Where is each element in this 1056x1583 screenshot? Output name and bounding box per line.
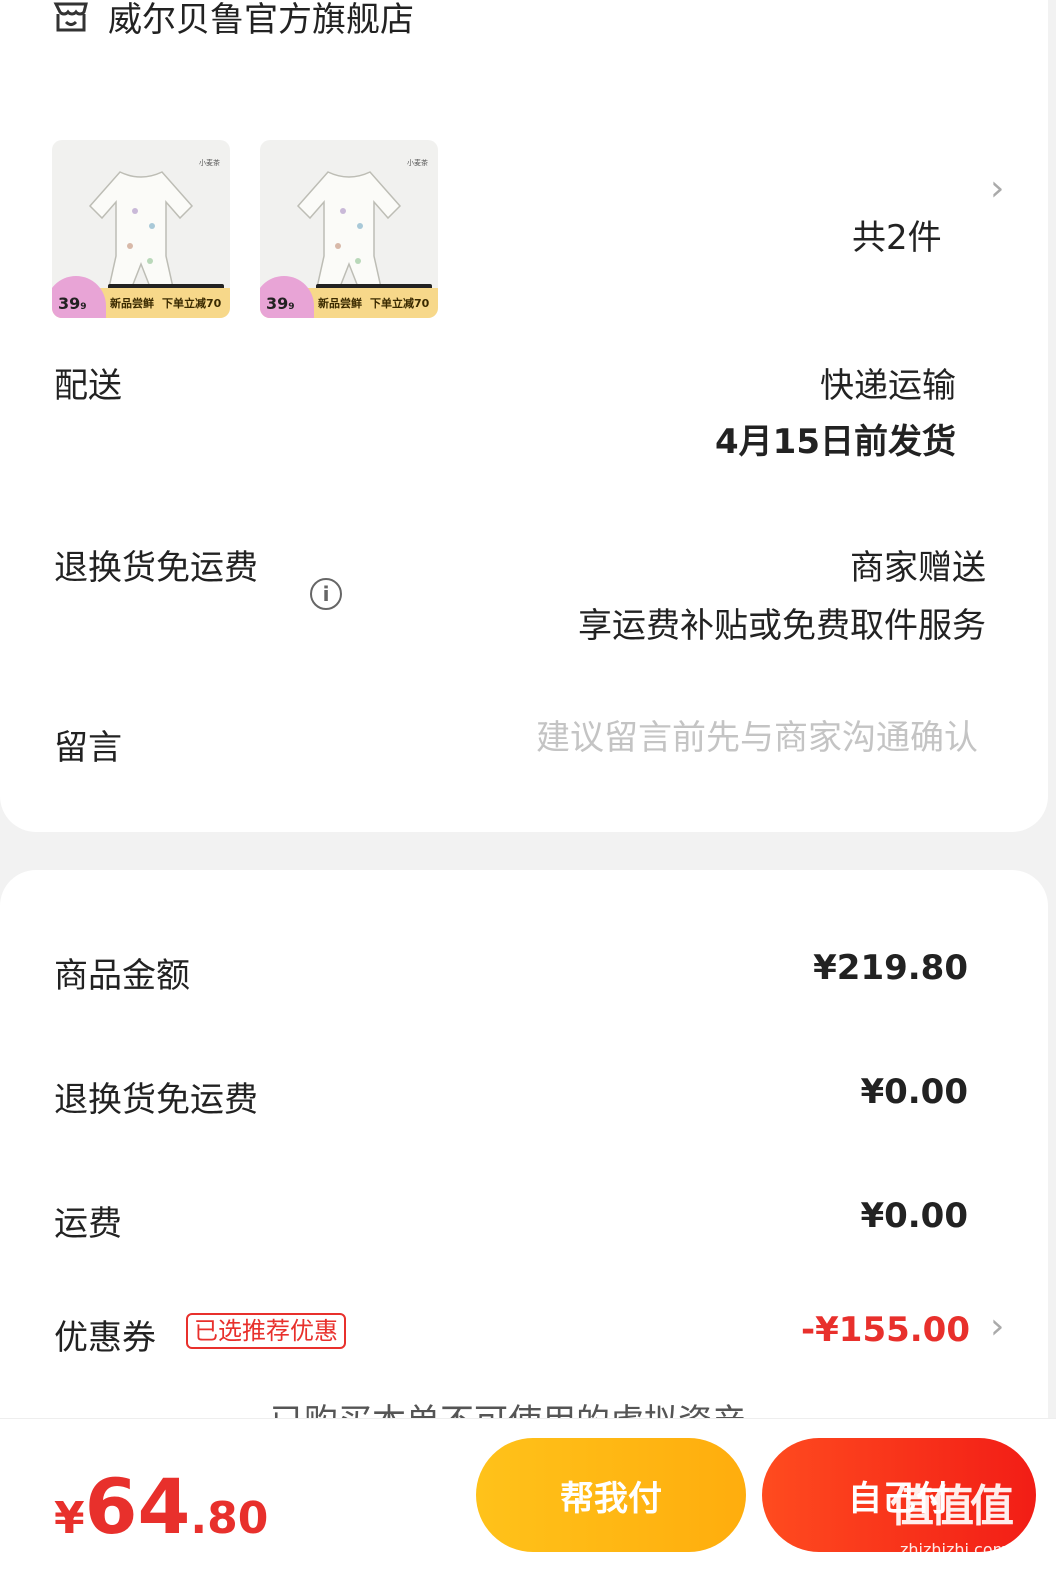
total-decimal: .80 — [190, 1493, 269, 1544]
freight-value: ¥0.00 — [860, 1196, 968, 1236]
brand-tag: 小麦茶 — [407, 159, 428, 167]
goods-amount-label: 商品金额 — [54, 956, 190, 996]
shop-icon — [53, 2, 88, 31]
currency-symbol: ¥ — [54, 1493, 85, 1544]
product-thumbnails[interactable]: 小麦茶 新品尝鲜 下单立减70 399 小麦茶 新品尝鲜 下单立减70 399 — [52, 140, 438, 318]
delivery-method[interactable]: 快递运输 — [820, 358, 956, 407]
promo-label: 新品尝鲜 — [318, 297, 362, 310]
total-integer: 64 — [84, 1462, 191, 1551]
item-count[interactable]: 共2件 — [852, 210, 942, 259]
chevron-right-icon[interactable]: › — [990, 1306, 1004, 1347]
product-thumbnail[interactable]: 小麦茶 新品尝鲜 下单立减70 399 — [52, 140, 230, 318]
return-fee-label: 退换货免运费 — [54, 1080, 258, 1120]
coupon-label: 优惠券 — [54, 1318, 156, 1358]
watermark: 值值值 — [890, 1481, 1014, 1532]
romper-image — [296, 171, 402, 293]
return-shipping-label: 退换货免运费 — [54, 548, 258, 588]
memo-input[interactable] — [418, 718, 978, 758]
coupon-value[interactable]: -¥155.00 — [801, 1310, 970, 1350]
ship-date: 4月15日前发货 — [715, 422, 956, 462]
coupon-badge: 已选推荐优惠 — [186, 1313, 346, 1349]
return-fee-value: ¥0.00 — [860, 1072, 968, 1112]
freight-label: 运费 — [54, 1204, 122, 1244]
order-confirm-page: 威尔贝鲁官方旗舰店 小麦茶 新品尝鲜 下单立减70 399 小麦茶 新品尝鲜 下… — [0, 0, 1056, 1583]
return-shipping-desc: 享运费补贴或免费取件服务 — [578, 606, 986, 646]
product-thumbnail[interactable]: 小麦茶 新品尝鲜 下单立减70 399 — [260, 140, 438, 318]
memo-label: 留言 — [54, 728, 122, 768]
info-icon[interactable]: i — [310, 578, 342, 610]
promo-discount: 下单立减70 — [162, 297, 222, 310]
delivery-label: 配送 — [54, 366, 122, 406]
promo-discount: 下单立减70 — [370, 297, 430, 310]
goods-amount-value: ¥219.80 — [813, 948, 968, 988]
shop-header[interactable]: 威尔贝鲁官方旗舰店 — [52, 0, 414, 41]
brand-tag: 小麦茶 — [199, 159, 220, 167]
watermark-url: zhizhizhi.com — [900, 1540, 1009, 1559]
promo-label: 新品尝鲜 — [110, 297, 154, 310]
shop-name: 威尔贝鲁官方旗舰店 — [108, 0, 414, 40]
pay-total: ¥64.80 — [54, 1462, 268, 1551]
romper-image — [88, 171, 194, 293]
help-pay-button[interactable]: 帮我付 — [476, 1438, 746, 1552]
return-shipping-value: 商家赠送 — [850, 548, 986, 588]
chevron-right-icon[interactable]: › — [990, 168, 1004, 209]
